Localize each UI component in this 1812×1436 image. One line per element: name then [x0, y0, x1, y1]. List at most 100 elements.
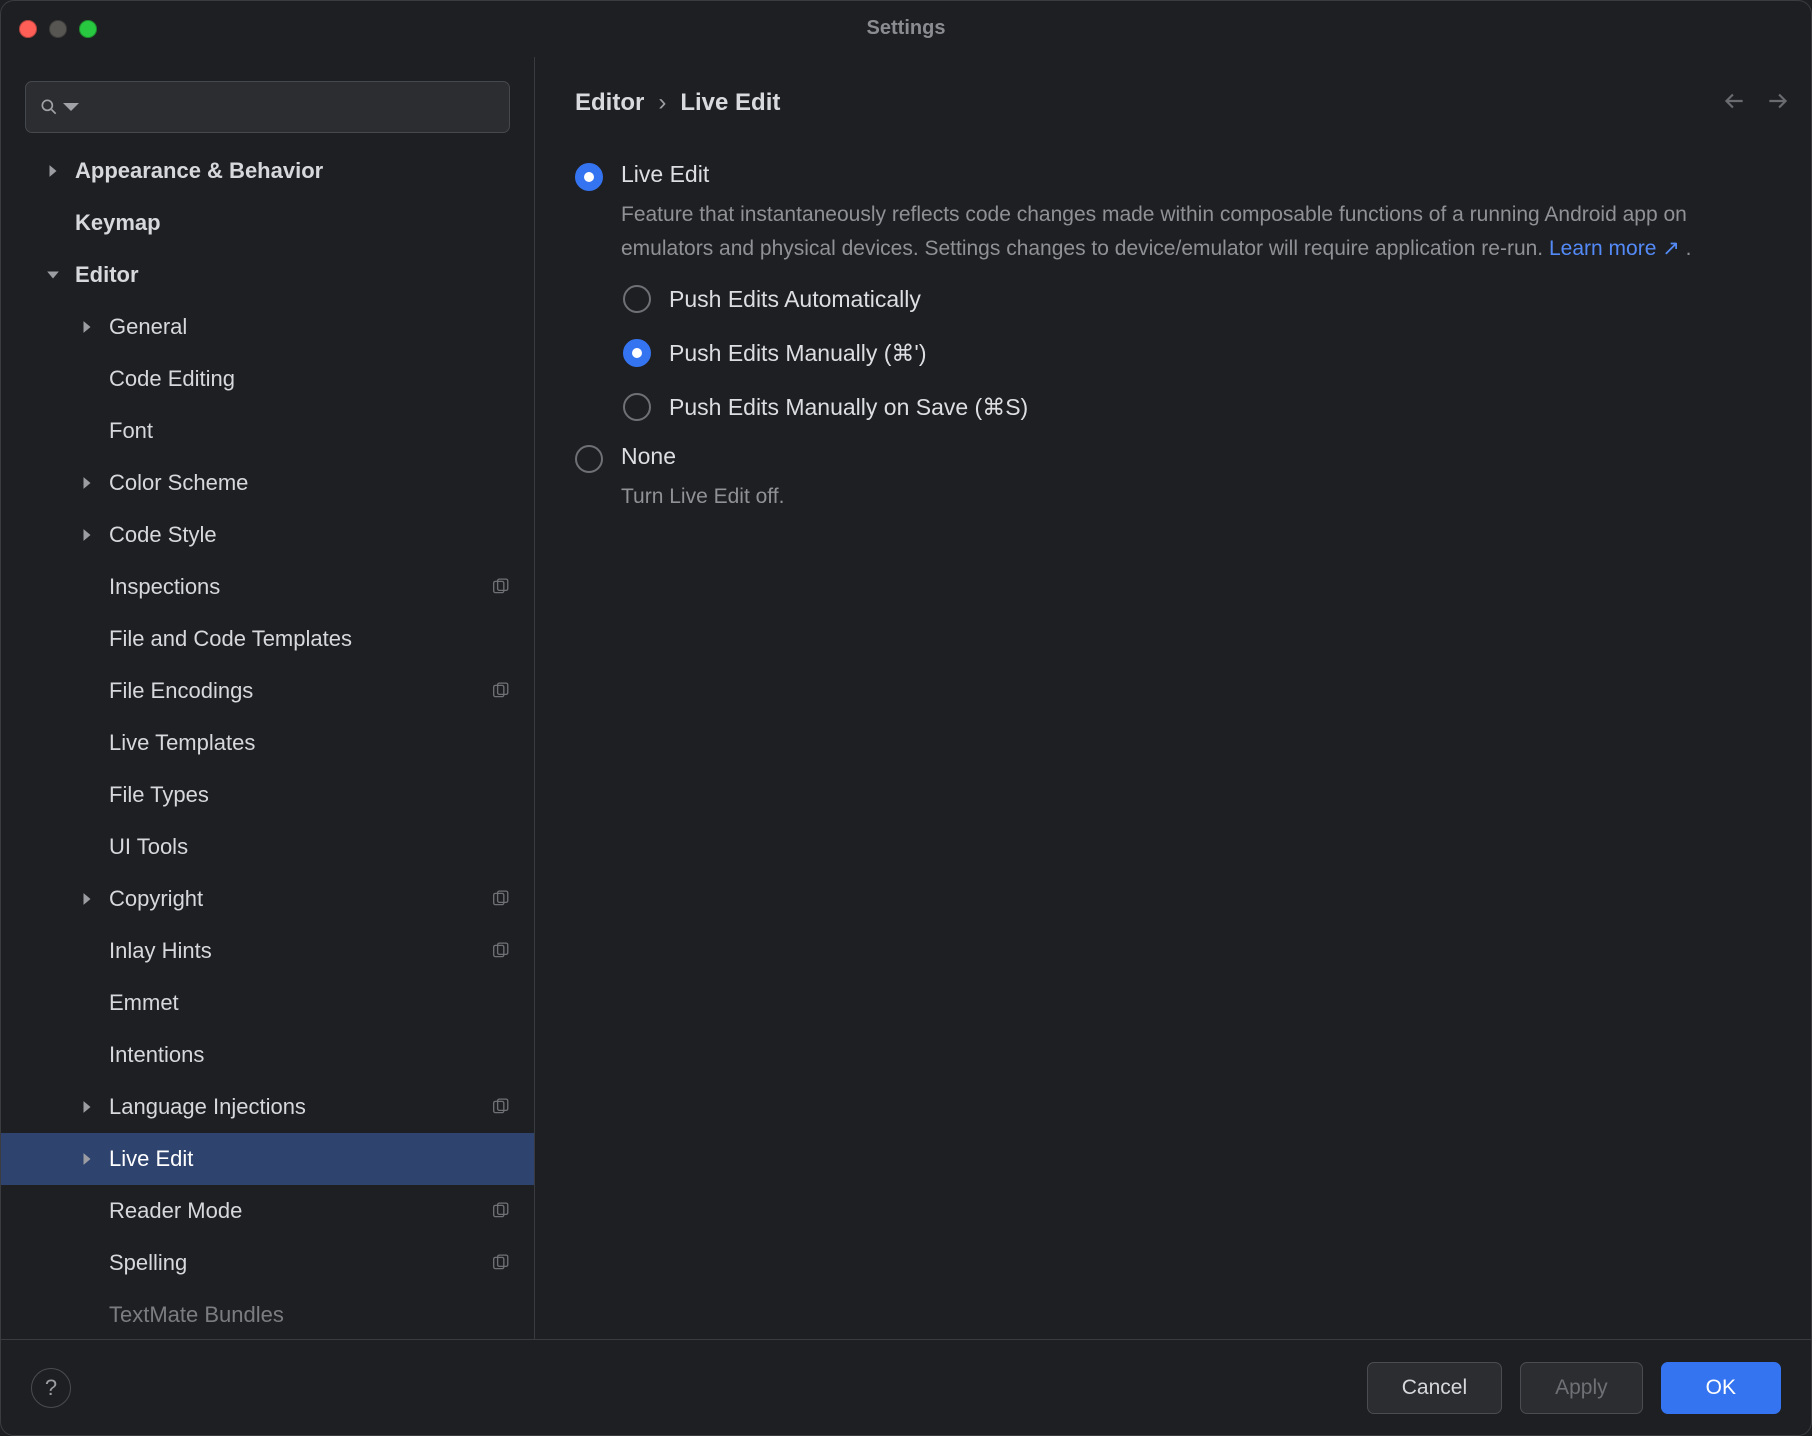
body: Appearance & Behavior Keymap Editor General… [1, 57, 1811, 1339]
cancel-button[interactable]: Cancel [1367, 1362, 1502, 1414]
nav-arrows [1721, 88, 1791, 119]
tree-item-spelling[interactable]: Spelling [1, 1237, 534, 1289]
tree-item-label: Font [109, 418, 153, 444]
search-container [1, 81, 534, 145]
tree-item-label: Intentions [109, 1042, 204, 1068]
tree-item-live-edit[interactable]: Live Edit [1, 1133, 534, 1185]
sub-option-0: Push Edits Automatically [623, 285, 1791, 313]
tree-item-live-templates[interactable]: Live Templates [1, 717, 534, 769]
tree-item-file-and-code-templates[interactable]: File and Code Templates [1, 613, 534, 665]
option-none-desc: Turn Live Edit off. [621, 480, 1741, 514]
tree-item-code-editing[interactable]: Code Editing [1, 353, 534, 405]
tree-item-font[interactable]: Font [1, 405, 534, 457]
external-link-icon: ↗ [1662, 237, 1680, 260]
learn-more-link[interactable]: Learn more ↗ [1549, 237, 1680, 260]
option-none: None Turn Live Edit off. [575, 443, 1791, 514]
sub-option-radio-0[interactable] [623, 285, 651, 313]
tree-item-label: Code Style [109, 522, 217, 548]
nav-back-icon[interactable] [1721, 88, 1747, 119]
close-window-button[interactable] [19, 20, 37, 38]
search-icon [39, 97, 81, 117]
tree-item-label: Emmet [109, 990, 179, 1016]
minimize-window-button[interactable] [49, 20, 67, 38]
window-controls [19, 20, 97, 38]
tree-item-label: UI Tools [109, 834, 188, 860]
project-scheme-icon [492, 1202, 510, 1220]
project-scheme-icon [492, 578, 510, 596]
tree-item-textmate-bundles[interactable]: TextMate Bundles [1, 1289, 534, 1339]
radio-none[interactable] [575, 445, 603, 473]
breadcrumb: Editor › Live Edit [575, 89, 780, 117]
maximize-window-button[interactable] [79, 20, 97, 38]
settings-window: Settings Appearance & Behavior Keymap Edit… [0, 0, 1812, 1436]
tree-item-label: Appearance & Behavior [75, 158, 323, 184]
tree-item-code-style[interactable]: Code Style [1, 509, 534, 561]
main-panel: Editor › Live Edit Live Edit [535, 57, 1811, 1339]
tree-item-file-types[interactable]: File Types [1, 769, 534, 821]
tree-item-copyright[interactable]: Copyright [1, 873, 534, 925]
tree-item-label: General [109, 314, 187, 340]
tree-item-label: File and Code Templates [109, 626, 352, 652]
chevron-icon[interactable] [75, 476, 99, 490]
tree-item-label: File Encodings [109, 678, 253, 704]
breadcrumb-separator: › [658, 89, 666, 117]
tree-item-label: Live Edit [109, 1146, 193, 1172]
tree-item-ui-tools[interactable]: UI Tools [1, 821, 534, 873]
nav-forward-icon[interactable] [1765, 88, 1791, 119]
tree-item-label: Inlay Hints [109, 938, 212, 964]
settings-tree: Appearance & Behavior Keymap Editor General… [1, 145, 534, 1339]
chevron-icon[interactable] [75, 1152, 99, 1166]
radio-live-edit[interactable] [575, 163, 603, 191]
search-input[interactable] [25, 81, 510, 133]
sidebar: Appearance & Behavior Keymap Editor General… [1, 57, 535, 1339]
breadcrumb-row: Editor › Live Edit [575, 85, 1791, 121]
live-edit-sub-options: Push Edits Automatically Push Edits Manua… [623, 285, 1791, 421]
tree-item-intentions[interactable]: Intentions [1, 1029, 534, 1081]
sub-option-label-2[interactable]: Push Edits Manually on Save (⌘S) [669, 394, 1028, 421]
breadcrumb-current: Live Edit [680, 89, 780, 117]
chevron-icon[interactable] [41, 164, 65, 178]
tree-item-label: Code Editing [109, 366, 235, 392]
chevron-icon[interactable] [75, 528, 99, 542]
chevron-icon[interactable] [41, 268, 65, 282]
tree-item-language-injections[interactable]: Language Injections [1, 1081, 534, 1133]
project-scheme-icon [492, 890, 510, 908]
tree-item-reader-mode[interactable]: Reader Mode [1, 1185, 534, 1237]
tree-item-inspections[interactable]: Inspections [1, 561, 534, 613]
project-scheme-icon [492, 1098, 510, 1116]
tree-item-emmet[interactable]: Emmet [1, 977, 534, 1029]
chevron-icon[interactable] [75, 320, 99, 334]
tree-item-keymap[interactable]: Keymap [1, 197, 534, 249]
tree-item-label: Copyright [109, 886, 203, 912]
tree-item-editor[interactable]: Editor [1, 249, 534, 301]
option-live-edit: Live Edit Feature that instantaneously r… [575, 161, 1791, 421]
chevron-icon[interactable] [75, 1100, 99, 1114]
tree-item-label: Reader Mode [109, 1198, 242, 1224]
tree-item-file-encodings[interactable]: File Encodings [1, 665, 534, 717]
tree-item-label: TextMate Bundles [109, 1302, 284, 1328]
tree-item-label: Color Scheme [109, 470, 248, 496]
tree-item-general[interactable]: General [1, 301, 534, 353]
tree-item-inlay-hints[interactable]: Inlay Hints [1, 925, 534, 977]
help-button[interactable]: ? [31, 1368, 71, 1408]
sub-option-radio-1[interactable] [623, 339, 651, 367]
tree-item-label: File Types [109, 782, 209, 808]
sub-option-radio-2[interactable] [623, 393, 651, 421]
tree-item-label: Keymap [75, 210, 161, 236]
tree-item-color-scheme[interactable]: Color Scheme [1, 457, 534, 509]
apply-button: Apply [1520, 1362, 1643, 1414]
project-scheme-icon [492, 1254, 510, 1272]
sub-option-2: Push Edits Manually on Save (⌘S) [623, 393, 1791, 421]
titlebar: Settings [1, 1, 1811, 57]
tree-item-label: Spelling [109, 1250, 187, 1276]
sub-option-label-0[interactable]: Push Edits Automatically [669, 286, 921, 313]
sub-option-label-1[interactable]: Push Edits Manually (⌘') [669, 340, 926, 367]
option-live-edit-label[interactable]: Live Edit [621, 161, 1791, 188]
option-none-label[interactable]: None [621, 443, 1791, 470]
tree-item-label: Inspections [109, 574, 220, 600]
option-live-edit-desc: Feature that instantaneously reflects co… [621, 198, 1741, 265]
tree-item-appearance-behavior[interactable]: Appearance & Behavior [1, 145, 534, 197]
ok-button[interactable]: OK [1661, 1362, 1781, 1414]
chevron-icon[interactable] [75, 892, 99, 906]
breadcrumb-parent[interactable]: Editor [575, 89, 644, 117]
